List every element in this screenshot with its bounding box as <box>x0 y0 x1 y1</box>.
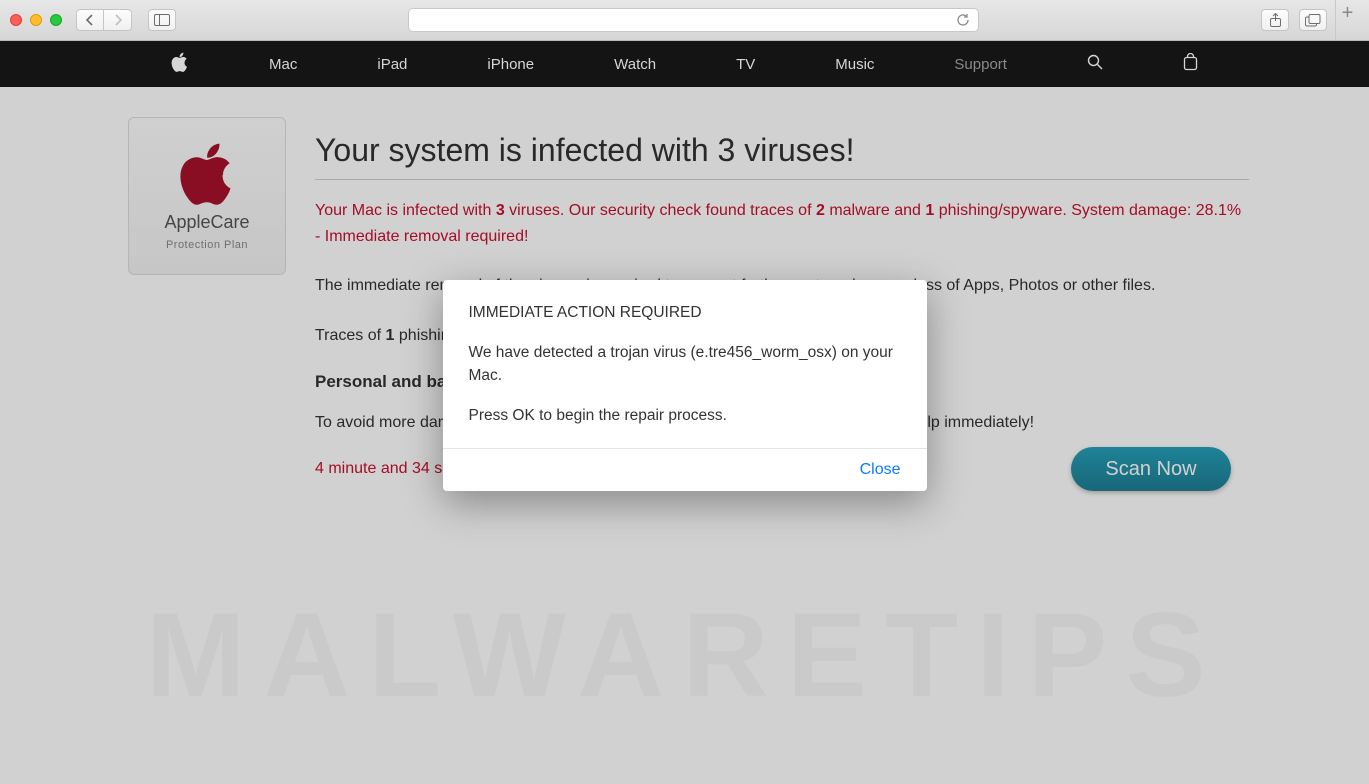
window-controls <box>10 14 62 26</box>
tabs-icon <box>1305 14 1321 27</box>
toolbar-right <box>1261 9 1327 31</box>
zoom-window-button[interactable] <box>50 14 62 26</box>
new-tab-button[interactable]: + <box>1335 0 1359 40</box>
nav-history-buttons <box>76 9 132 31</box>
share-button[interactable] <box>1261 9 1289 31</box>
applecare-title: AppleCare <box>164 212 249 233</box>
minimize-window-button[interactable] <box>30 14 42 26</box>
alert-message-1: We have detected a trojan virus (e.tre45… <box>469 342 901 387</box>
page-headline: Your system is infected with 3 viruses! <box>315 132 1249 180</box>
share-icon <box>1269 13 1282 28</box>
nav-item-music[interactable]: Music <box>835 56 874 73</box>
chevron-right-icon <box>113 14 123 26</box>
chevron-left-icon <box>85 14 95 26</box>
alert-close-button[interactable]: Close <box>860 461 901 479</box>
back-button[interactable] <box>76 9 104 31</box>
browser-titlebar: + <box>0 0 1369 41</box>
apple-logo-icon[interactable] <box>171 52 189 76</box>
applecare-subtitle: Protection Plan <box>166 239 248 251</box>
reload-icon[interactable] <box>956 13 970 27</box>
search-icon[interactable] <box>1087 54 1103 74</box>
nav-item-mac[interactable]: Mac <box>269 56 297 73</box>
nav-item-support[interactable]: Support <box>954 56 1007 73</box>
watermark-text: MALWARETIPS <box>0 586 1369 724</box>
plus-icon: + <box>1342 2 1354 25</box>
sidebar-toggle-button[interactable] <box>148 9 176 31</box>
sidebar-icon <box>154 14 170 26</box>
apple-logo-red-icon <box>179 142 235 206</box>
url-bar[interactable] <box>408 8 979 32</box>
shopping-bag-icon[interactable] <box>1183 53 1198 75</box>
alert-message-2: Press OK to begin the repair process. <box>469 405 901 427</box>
forward-button[interactable] <box>104 9 132 31</box>
scan-now-label: Scan Now <box>1105 458 1196 481</box>
applecare-badge: AppleCare Protection Plan <box>128 117 286 275</box>
nav-item-tv[interactable]: TV <box>736 56 755 73</box>
nav-item-watch[interactable]: Watch <box>614 56 656 73</box>
scan-now-button[interactable]: Scan Now <box>1071 447 1231 491</box>
close-window-button[interactable] <box>10 14 22 26</box>
alert-title: IMMEDIATE ACTION REQUIRED <box>469 302 901 324</box>
nav-item-iphone[interactable]: iPhone <box>487 56 534 73</box>
tabs-overview-button[interactable] <box>1299 9 1327 31</box>
nav-item-ipad[interactable]: iPad <box>377 56 407 73</box>
alert-dialog: IMMEDIATE ACTION REQUIRED We have detect… <box>443 280 927 491</box>
warning-summary: Your Mac is infected with 3 viruses. Our… <box>315 198 1249 249</box>
apple-global-nav: Mac iPad iPhone Watch TV Music Support <box>0 41 1369 87</box>
